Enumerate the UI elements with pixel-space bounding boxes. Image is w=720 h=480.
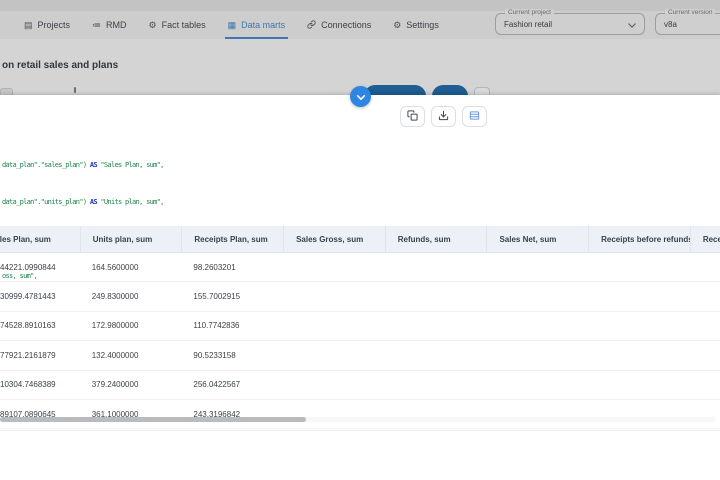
- list-icon: ≔: [92, 19, 102, 30]
- page-title: on retail sales and plans: [2, 60, 119, 71]
- clipped-secondary-button[interactable]: [432, 85, 468, 95]
- projects-icon: ▤: [24, 19, 33, 30]
- column-header[interactable]: Sales Gross, sum: [283, 226, 385, 252]
- data-marts-icon: ▦: [227, 19, 237, 30]
- horizontal-scrollbar[interactable]: [0, 417, 716, 422]
- nav-label: Projects: [37, 20, 71, 30]
- table-cell: 10304.7468389: [0, 380, 56, 390]
- chevron-down-icon: [356, 88, 366, 106]
- panel-toolbar: [400, 106, 487, 127]
- nav-item-connections[interactable]: Connections: [296, 11, 382, 39]
- table-header-row: Sales Plan, sum Units plan, sum Receipts…: [0, 226, 720, 253]
- nav-item-fact-tables[interactable]: ⚙ Fact tables: [138, 11, 217, 39]
- table-cell: 132.4000000: [91, 350, 139, 360]
- table-view-icon: [469, 108, 480, 126]
- nav-label: Fact tables: [161, 20, 206, 30]
- table-row: 77921.2161879 132.4000000 90.5233158: [0, 341, 720, 371]
- results-overlay-panel: data_plan"."sales_plan") AS "Sales Plan,…: [0, 95, 720, 480]
- table-row: 10304.7468389 379.2400000 256.0422567: [0, 371, 720, 400]
- nav-item-rmd[interactable]: ≔ RMD: [81, 11, 138, 39]
- collapse-panel-button[interactable]: [350, 86, 371, 107]
- select-value: v8a: [664, 19, 677, 29]
- nav-label: Connections: [321, 20, 372, 30]
- copy-button[interactable]: [400, 106, 425, 127]
- column-header[interactable]: Receipts: [689, 226, 720, 252]
- column-header[interactable]: Receipts Plan, sum: [181, 226, 283, 252]
- chevron-down-icon: [628, 15, 636, 33]
- clipped-mark-fragment: [74, 87, 76, 93]
- sql-line: data_plan"."sales_plan") AS "Sales Plan,…: [2, 160, 164, 169]
- download-button[interactable]: [431, 106, 456, 127]
- table-row: 89107.0890645 361.1000000 243.3196842: [0, 400, 720, 430]
- column-header[interactable]: Refunds, sum: [384, 226, 487, 252]
- fact-tables-icon: ⚙: [148, 19, 157, 30]
- nav-label: Settings: [406, 20, 439, 30]
- app-window: ▤ Projects ≔ RMD ⚙ Fact tables ▦ Data ma…: [0, 0, 720, 480]
- download-icon: [438, 108, 449, 126]
- table-cell: 30999.4781443: [0, 292, 56, 302]
- table-cell: 249.8300000: [91, 292, 139, 302]
- table-cell: 256.0422567: [193, 380, 241, 390]
- table-cell: 77921.2161879: [0, 350, 56, 360]
- active-tab-underline: [224, 36, 289, 39]
- clipped-primary-button[interactable]: [364, 85, 426, 95]
- connections-icon: [307, 19, 316, 31]
- column-header[interactable]: Sales Plan, sum: [0, 226, 80, 252]
- table-cell: 164.5600000: [91, 262, 139, 272]
- select-label: Current version: [665, 9, 716, 17]
- table-row: 74528.8910163 172.9800000 110.7742836: [0, 312, 720, 342]
- nav-item-settings[interactable]: ⚙ Settings: [382, 11, 450, 39]
- table-cell: 379.2400000: [91, 380, 139, 390]
- clipped-control-fragment: [0, 88, 13, 95]
- current-version-select[interactable]: Current version v8a: [655, 9, 720, 35]
- nav-item-data-marts[interactable]: ▦ Data marts: [217, 11, 297, 39]
- sql-line: data_plan"."units_plan") AS "Units plan,…: [2, 198, 164, 207]
- nav-label: RMD: [106, 20, 127, 30]
- table-cell: 155.7002915: [193, 292, 241, 302]
- table-cell: 98.2603201: [193, 262, 236, 272]
- column-header[interactable]: Units plan, sum: [79, 226, 182, 252]
- table-view-button[interactable]: [462, 106, 487, 127]
- table-cell: 74528.8910163: [0, 321, 56, 331]
- column-header[interactable]: Receipts before refunds, ...: [588, 226, 690, 252]
- table-cell: 90.5233158: [193, 350, 236, 360]
- copy-icon: [407, 108, 418, 126]
- select-value: Fashion retail: [504, 19, 553, 29]
- results-table: Sales Plan, sum Units plan, sum Receipts…: [0, 226, 720, 430]
- footer-divider: [0, 430, 720, 431]
- scrollbar-thumb[interactable]: [0, 417, 306, 422]
- nav-item-projects[interactable]: ▤ Projects: [13, 11, 81, 39]
- select-label: Current project: [505, 9, 554, 17]
- top-strip: [0, 0, 720, 11]
- nav-label: Data marts: [241, 20, 286, 30]
- current-project-select[interactable]: Current project Fashion retail: [495, 9, 645, 35]
- table-row: 30999.4781443 249.8300000 155.7002915: [0, 282, 720, 312]
- table-cell: 172.9800000: [91, 321, 139, 331]
- table-cell: 44221.0990844: [0, 262, 56, 272]
- gear-icon: ⚙: [393, 19, 402, 30]
- dimmed-background: ▤ Projects ≔ RMD ⚙ Fact tables ▦ Data ma…: [0, 0, 720, 95]
- table-row: 44221.0990844 164.5600000 98.2603201: [0, 253, 720, 283]
- table-cell: 110.7742836: [193, 321, 240, 331]
- column-header[interactable]: Sales Net, sum: [486, 226, 588, 252]
- clipped-icon-button[interactable]: [474, 87, 490, 95]
